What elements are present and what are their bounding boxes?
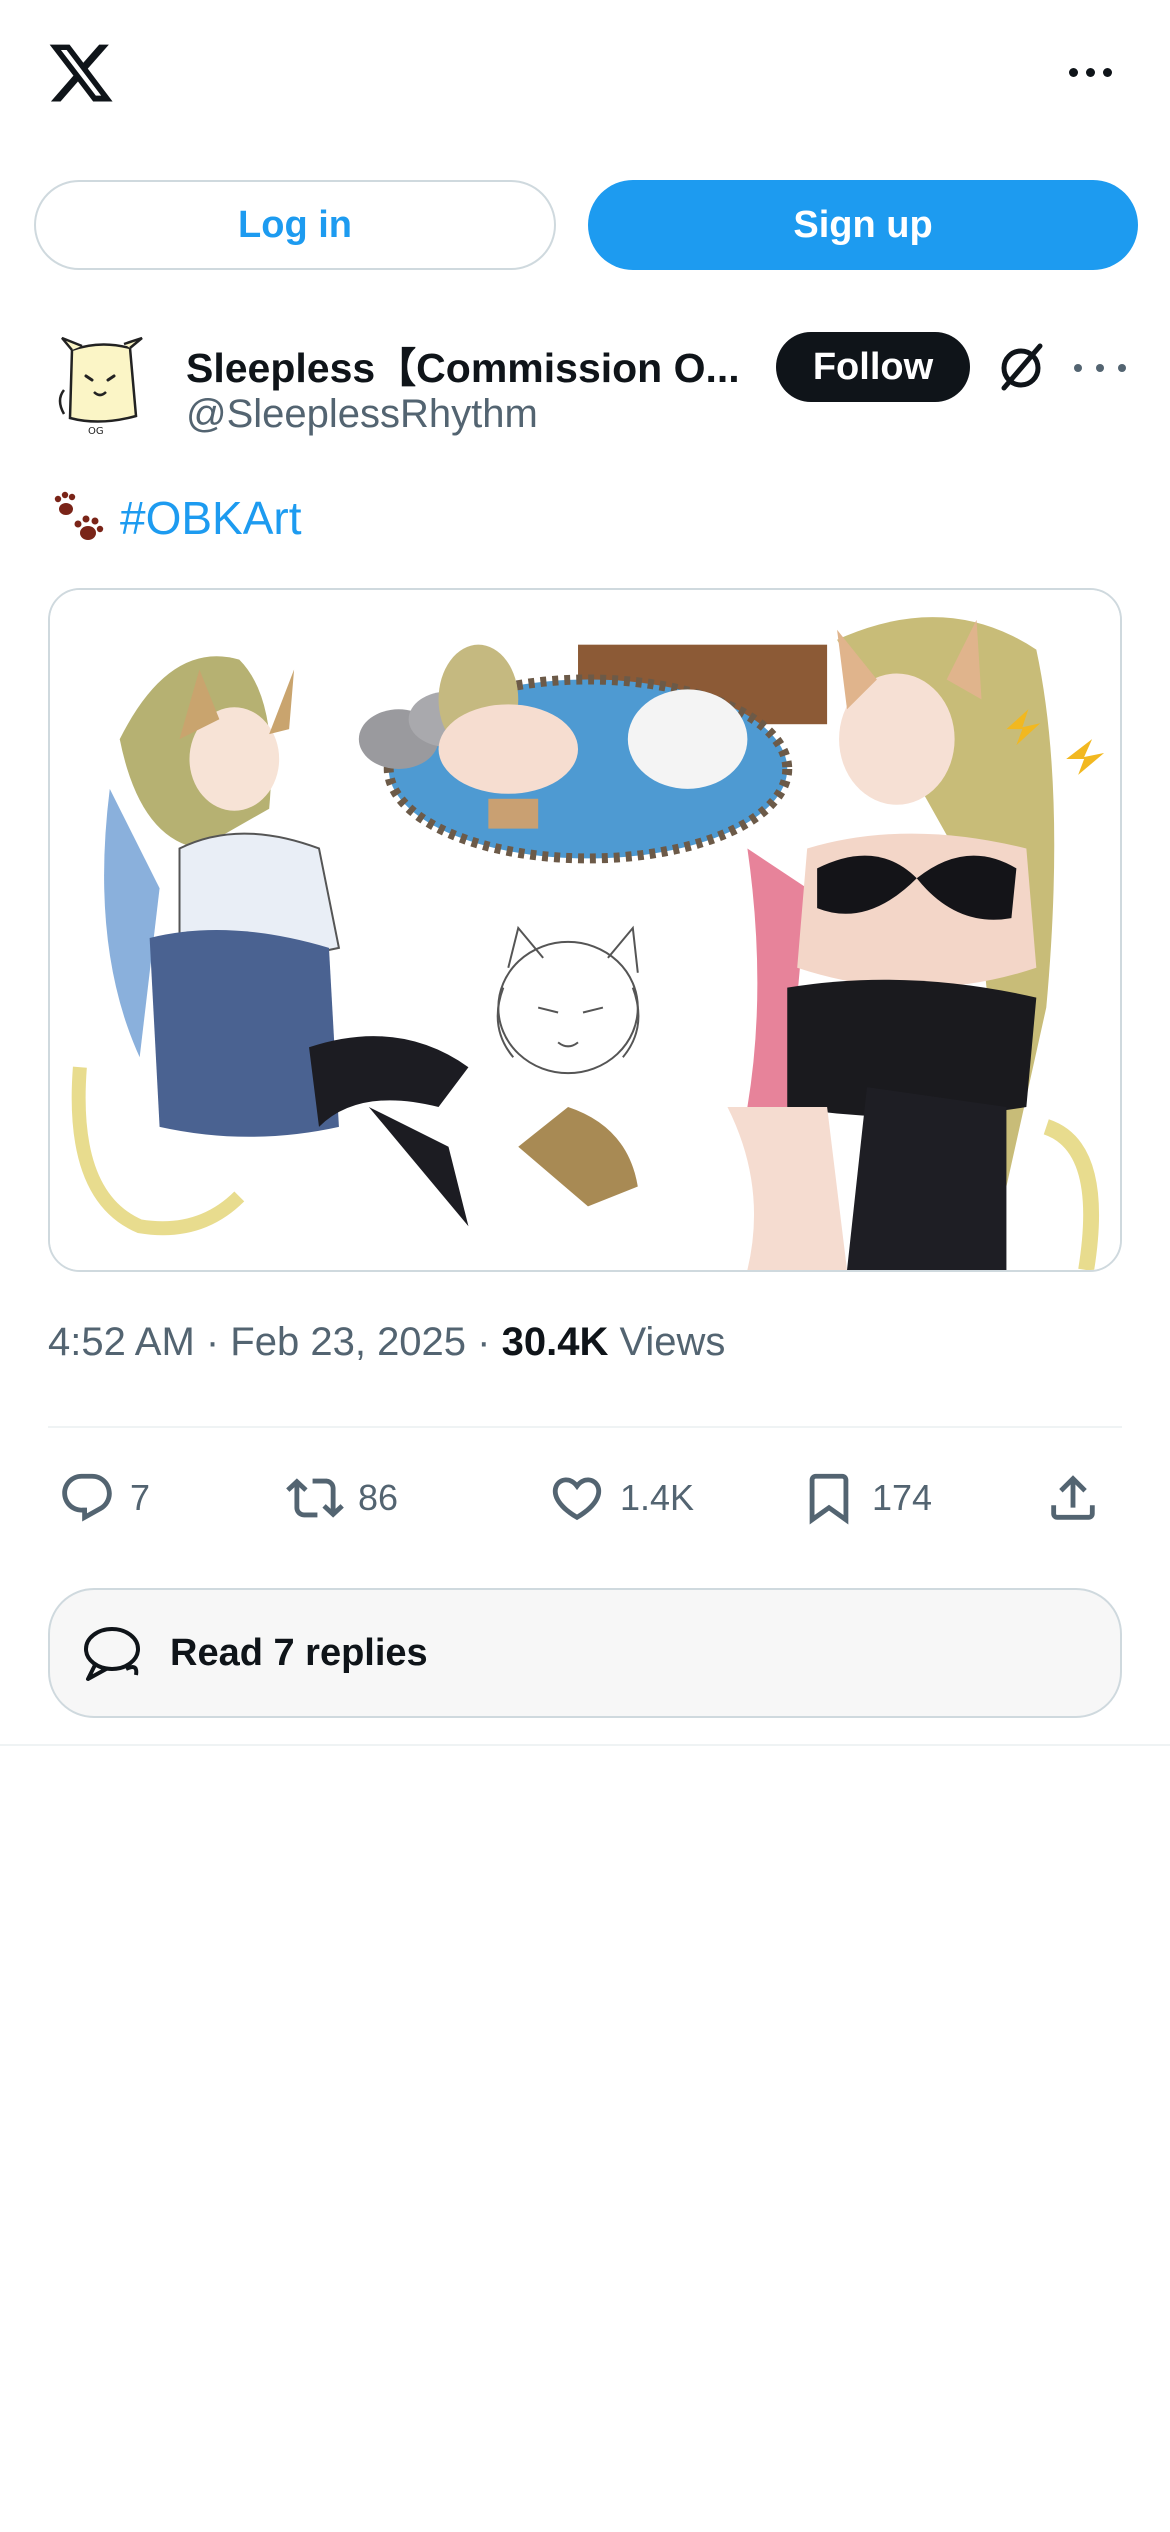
views-count: 30.4K (501, 1320, 609, 1364)
share-icon (1051, 1475, 1095, 1520)
login-button[interactable]: Log in (34, 180, 556, 270)
heart-icon (552, 1477, 602, 1521)
author-handle[interactable]: @SleeplessRhythm (186, 392, 538, 437)
post-actions: 7 86 1.4K 174 (48, 1456, 1122, 1540)
top-bar (0, 0, 1170, 150)
views-label: Views (608, 1320, 726, 1364)
read-replies-button[interactable]: Read 7 replies (48, 1588, 1122, 1718)
avatar[interactable]: OG (50, 330, 150, 440)
hashtag-link[interactable]: #OBKArt (120, 491, 302, 545)
divider (48, 1426, 1122, 1428)
post-more-icon[interactable] (1074, 348, 1126, 388)
svg-text:OG: OG (88, 426, 104, 437)
x-logo-icon[interactable] (46, 38, 116, 108)
reply-icon (62, 1473, 112, 1522)
conversation-icon (84, 1627, 140, 1681)
repost-icon (286, 1478, 344, 1518)
bookmark-count: 174 (872, 1477, 933, 1518)
share-button[interactable] (1044, 1456, 1102, 1540)
post-meta: 4:52 AM · Feb 23, 2025 · 30.4K Views (48, 1320, 725, 1365)
author-name[interactable]: Sleepless【Commission O... (186, 334, 756, 394)
bookmark-button[interactable]: 174 (800, 1456, 932, 1540)
post-timestamp[interactable]: 4:52 AM · Feb 23, 2025 · (48, 1320, 502, 1364)
tweet-text: #OBKArt (50, 488, 302, 548)
reply-button[interactable]: 7 (58, 1456, 150, 1540)
repost-button[interactable]: 86 (286, 1456, 398, 1540)
read-replies-label: Read 7 replies (170, 1631, 428, 1674)
signup-button[interactable]: Sign up (588, 180, 1138, 270)
repost-count: 86 (358, 1477, 399, 1518)
like-button[interactable]: 1.4K (548, 1456, 694, 1540)
follow-button[interactable]: Follow (776, 332, 970, 402)
reply-count: 7 (130, 1477, 151, 1518)
grok-icon[interactable] (996, 340, 1046, 394)
paw-prints-icon (50, 489, 106, 547)
divider (0, 1744, 1170, 1746)
like-count: 1.4K (620, 1477, 695, 1518)
post-media-image[interactable] (48, 588, 1122, 1272)
more-horizontal-icon[interactable] (1058, 50, 1122, 94)
bookmark-icon (809, 1473, 849, 1525)
